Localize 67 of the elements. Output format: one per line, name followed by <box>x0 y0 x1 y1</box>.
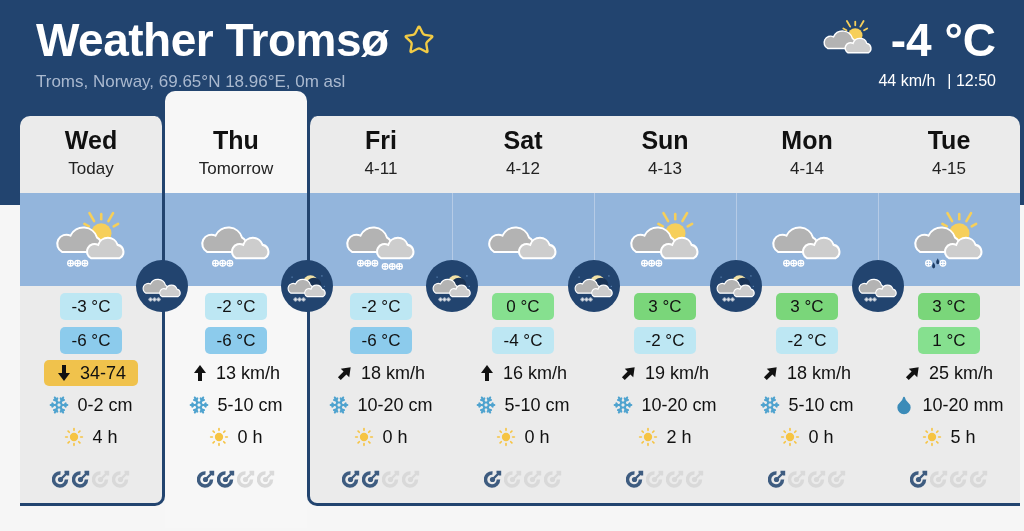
page-title: Weather Tromsø <box>36 13 389 68</box>
favorite-star-icon[interactable] <box>402 24 435 56</box>
day-name: Tue <box>927 126 971 155</box>
high-temperature: -3 °C <box>60 293 122 320</box>
sunshine-hours: 4 h <box>92 426 118 448</box>
day-name: Fri <box>365 126 397 155</box>
low-temperature: 1 °C <box>918 327 980 354</box>
wind-speed: 34-74 <box>79 362 126 384</box>
day-name: Thu <box>213 126 259 155</box>
high-temperature: -2 °C <box>205 293 267 320</box>
sunshine-hours: 5 h <box>950 426 976 448</box>
sun-icon <box>496 427 517 447</box>
low-temperature: -4 °C <box>492 327 554 354</box>
precipitation-amount: 10-20 cm <box>641 394 717 416</box>
sun-icon <box>354 427 375 447</box>
wind-speed: 18 km/h <box>787 362 851 384</box>
sunshine-hours: 0 h <box>808 426 834 448</box>
wind-speed: 13 km/h <box>216 362 280 384</box>
day-date: 4-11 <box>364 159 398 179</box>
sunshine-hours: 0 h <box>237 426 263 448</box>
precipitation-amount: 0-2 cm <box>77 394 133 416</box>
high-temperature: 0 °C <box>492 293 554 320</box>
sunshine-hours: 0 h <box>382 426 408 448</box>
day-column[interactable]: Fri 4-11 -2 °C -6 °C 18 km/h 10-20 cm 0 h <box>310 116 452 503</box>
high-temperature: -2 °C <box>350 293 412 320</box>
day-column[interactable]: Sun 4-13 3 °C -2 °C 19 km/h 10-20 cm 2 h <box>594 116 736 503</box>
low-temperature: -2 °C <box>776 327 838 354</box>
day-name: Wed <box>64 126 118 155</box>
sun-icon <box>922 427 943 447</box>
precipitation-amount: 10-20 mm <box>922 394 1004 416</box>
sunshine-hours: 0 h <box>524 426 550 448</box>
location-subtitle: Troms, Norway, 69.65°N 18.96°E, 0m asl <box>36 72 347 92</box>
high-temperature: 3 °C <box>776 293 838 320</box>
day-date: 4-12 <box>506 159 540 179</box>
day-date: Tomorrow <box>198 159 274 179</box>
sun-icon <box>209 427 230 447</box>
sun-icon <box>638 427 659 447</box>
precipitation-amount: 5-10 cm <box>217 394 283 416</box>
sun-icon <box>64 427 85 447</box>
day-column[interactable]: Tue 4-15 3 °C 1 °C 25 km/h 10-20 mm 5 h <box>878 116 1020 503</box>
precipitation-amount: 5-10 cm <box>504 394 570 416</box>
low-temperature: -6 °C <box>205 327 267 354</box>
wind-speed: 18 km/h <box>361 362 425 384</box>
wind-speed: 16 km/h <box>503 362 567 384</box>
sun-icon <box>780 427 801 447</box>
wind-speed: 19 km/h <box>645 362 709 384</box>
precipitation-amount: 10-20 cm <box>357 394 433 416</box>
low-temperature: -6 °C <box>350 327 412 354</box>
high-temperature: 3 °C <box>634 293 696 320</box>
day-name: Mon <box>781 126 833 155</box>
sunshine-hours: 2 h <box>666 426 692 448</box>
day-date: Today <box>68 159 114 179</box>
high-temperature: 3 °C <box>918 293 980 320</box>
wind-speed: 25 km/h <box>929 362 993 384</box>
day-column[interactable]: Mon 4-14 3 °C -2 °C 18 km/h 5-10 cm 0 h <box>736 116 878 503</box>
day-date: 4-14 <box>790 159 824 179</box>
day-column[interactable]: Sat 4-12 0 °C -4 °C 16 km/h 5-10 cm 0 h <box>452 116 594 503</box>
low-temperature: -2 °C <box>634 327 696 354</box>
day-date: 4-15 <box>932 159 966 179</box>
current-temperature: -4 °C <box>890 13 996 68</box>
day-name: Sat <box>503 126 543 155</box>
current-wind: 44 km/h <box>878 72 936 90</box>
current-time: | 12:50 <box>947 72 996 90</box>
day-date: 4-13 <box>648 159 682 179</box>
precipitation-amount: 5-10 cm <box>788 394 854 416</box>
day-name: Sun <box>641 126 689 155</box>
low-temperature: -6 °C <box>60 327 122 354</box>
